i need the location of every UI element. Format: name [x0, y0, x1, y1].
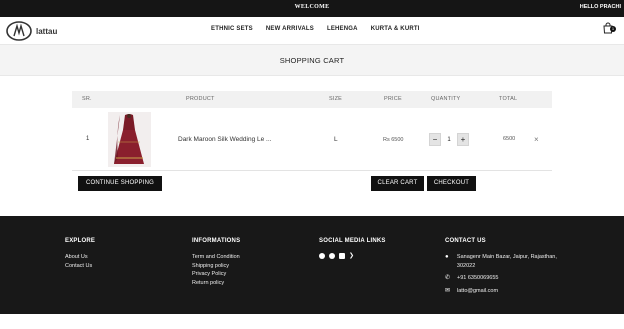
footer-explore: EXPLORE About Us Contact Us — [65, 238, 95, 270]
footer-explore-title: EXPLORE — [65, 238, 96, 244]
nav-item-new-arrivals[interactable]: NEW ARRIVALS — [266, 26, 314, 32]
footer-link-privacy[interactable]: Privacy Policy — [192, 270, 240, 279]
lehenga-image — [108, 112, 151, 167]
cart-row: 1 Dark Maroon Silk Wedding Le ... L Rs 6… — [72, 108, 552, 171]
contact-email[interactable]: latto@gmail.com — [457, 287, 498, 296]
quantity-value: 1 — [447, 136, 451, 143]
welcome-text: WELCOME — [294, 4, 330, 10]
footer-link-about[interactable]: About Us — [65, 253, 95, 262]
footer-info-title: INFORMATIONS — [192, 238, 241, 244]
social-icons: ❯ — [319, 253, 386, 259]
nav-item-lehenga[interactable]: LEHENGA — [327, 26, 358, 32]
cart-count-badge: 1 — [610, 26, 616, 32]
quantity-stepper: − 1 + — [429, 133, 469, 146]
footer-link-shipping[interactable]: Shipping policy — [192, 262, 240, 271]
increase-quantity-button[interactable]: + — [457, 133, 469, 146]
checkout-button[interactable]: CHECKOUT — [427, 176, 476, 191]
contact-address: Sanagenr Main Bazar, Jaipur, Rajasthan, … — [456, 254, 557, 269]
continue-shopping-button[interactable]: CONTINUE SHOPPING — [78, 176, 162, 191]
clear-cart-button[interactable]: CLEAR CART — [371, 176, 424, 191]
footer-link-return[interactable]: Return policy — [192, 279, 240, 288]
main-navbar: lattau ETHNIC SETS NEW ARRIVALS LEHENGA … — [0, 17, 624, 44]
location-icon: ● — [445, 254, 449, 260]
row-price: Rs 6500 — [383, 137, 404, 143]
page-bottom-strip — [0, 314, 624, 329]
cart-table-header: SR. PRODUCT SIZE PRICE QUANTITY TOTAL — [72, 91, 552, 108]
contact-phone[interactable]: +91 6350069655 — [457, 274, 498, 283]
row-size: L — [334, 136, 338, 143]
contact-address-row: ● Sanagenr Main Bazar, Jaipur, Rajasthan… — [445, 253, 575, 270]
header-quantity: QUANTITY — [431, 96, 461, 102]
footer-contact-title: CONTACT US — [445, 238, 486, 244]
nav-item-ethnic-sets[interactable]: ETHNIC SETS — [211, 26, 253, 32]
logo-icon — [6, 21, 32, 41]
footer-contact: CONTACT US ● Sanagenr Main Bazar, Jaipur… — [445, 238, 575, 299]
brand-name: lattau — [36, 26, 58, 36]
footer-link-terms[interactable]: Term and Condition — [192, 253, 240, 262]
instagram-icon[interactable] — [329, 253, 335, 259]
site-footer: EXPLORE About Us Contact Us INFORMATIONS… — [0, 216, 624, 314]
twitter-icon[interactable]: ❯ — [349, 253, 354, 259]
facebook-icon[interactable] — [319, 253, 325, 259]
linkedin-icon[interactable] — [339, 253, 345, 259]
brand-logo[interactable]: lattau — [6, 21, 57, 41]
announcement-bar: WELCOME HELLO PRACHI — [0, 0, 624, 17]
primary-nav: ETHNIC SETS NEW ARRIVALS LEHENGA KURTA &… — [211, 26, 420, 32]
header-sr: SR. — [82, 96, 92, 102]
product-thumbnail[interactable] — [108, 112, 151, 167]
footer-social: SOCIAL MEDIA LINKS ❯ — [319, 238, 386, 259]
header-total: TOTAL — [499, 96, 518, 102]
contact-email-row: ✉ latto@gmail.com — [445, 287, 575, 296]
remove-item-icon[interactable]: × — [534, 135, 539, 144]
contact-phone-row: ✆ +91 6350069655 — [445, 274, 575, 283]
mail-icon: ✉ — [445, 287, 451, 294]
row-product-name[interactable]: Dark Maroon Silk Wedding Le ... — [178, 136, 271, 143]
footer-info: INFORMATIONS Term and Condition Shipping… — [192, 238, 240, 287]
footer-social-title: SOCIAL MEDIA LINKS — [319, 238, 386, 244]
page-title-band: SHOPPING CART — [0, 44, 624, 76]
footer-link-contact[interactable]: Contact Us — [65, 262, 95, 271]
header-size: SIZE — [329, 96, 343, 102]
phone-icon: ✆ — [445, 275, 451, 281]
header-price: PRICE — [384, 96, 402, 102]
user-greeting[interactable]: HELLO PRACHI — [580, 4, 621, 10]
nav-item-kurta-kurti[interactable]: KURTA & KURTI — [371, 26, 420, 32]
row-total: 6500 — [503, 136, 516, 142]
row-sr: 1 — [86, 136, 90, 142]
header-product: PRODUCT — [186, 96, 215, 102]
decrease-quantity-button[interactable]: − — [429, 133, 441, 146]
page-title: SHOPPING CART — [279, 56, 345, 65]
